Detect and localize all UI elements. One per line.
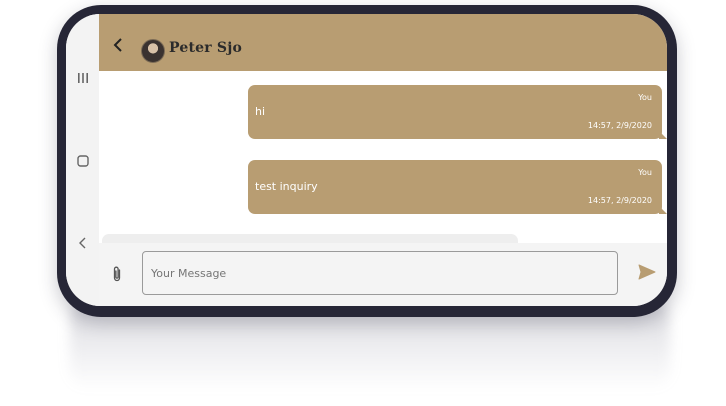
system-nav-bar bbox=[66, 14, 99, 306]
home-icon[interactable] bbox=[70, 150, 95, 172]
message-bubble: You test inquiry 14:57, 2/9/2020 bbox=[248, 160, 667, 214]
message-sender: You bbox=[638, 168, 652, 177]
back-arrow-icon[interactable] bbox=[111, 37, 127, 53]
back-nav-icon[interactable] bbox=[70, 232, 95, 254]
message-sender: You bbox=[638, 93, 652, 102]
message-input[interactable] bbox=[142, 251, 618, 295]
message-bubble: You hi 14:57, 2/9/2020 bbox=[248, 85, 667, 139]
send-icon[interactable] bbox=[638, 263, 656, 281]
chat-header: Peter Sjo bbox=[99, 14, 667, 71]
message-timestamp: 14:57, 2/9/2020 bbox=[587, 121, 652, 130]
message-composer bbox=[99, 243, 667, 306]
message-timestamp: 14:57, 2/9/2020 bbox=[587, 196, 652, 205]
attach-icon[interactable] bbox=[110, 265, 124, 283]
phone-screen: Peter Sjo You hi 14:57, 2/9/2020 You tes… bbox=[66, 14, 667, 306]
recent-apps-icon[interactable] bbox=[70, 67, 95, 89]
message-text: hi bbox=[255, 105, 266, 118]
message-text: test inquiry bbox=[255, 180, 318, 193]
contact-name: Peter Sjo bbox=[169, 40, 242, 56]
avatar[interactable] bbox=[141, 39, 165, 63]
